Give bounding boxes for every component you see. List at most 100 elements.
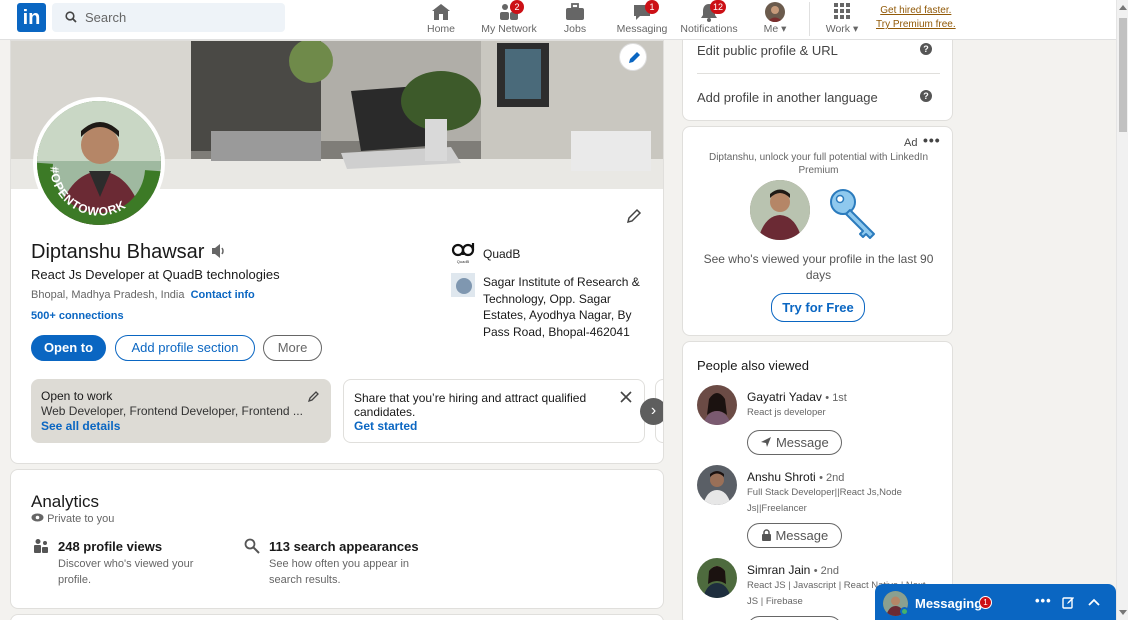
banner-edit-button[interactable] — [619, 43, 647, 71]
search-box[interactable] — [52, 3, 285, 32]
help-icon[interactable]: ? — [920, 43, 932, 55]
messaging-more-icon[interactable]: ••• — [1035, 593, 1052, 608]
nav-notifications-label: Notifications — [680, 23, 738, 35]
grid-icon — [834, 3, 850, 19]
private-label: Private to you — [47, 513, 115, 525]
public-profile-card: Edit public profile & URL ? Add profile … — [682, 30, 953, 121]
open-to-button[interactable]: Open to — [31, 335, 106, 361]
lock-icon — [761, 529, 771, 541]
people-also-viewed-title: People also viewed — [697, 358, 810, 373]
person-headline: React js developer — [747, 407, 826, 418]
connection-degree: • 1st — [825, 392, 847, 404]
scroll-up-arrow-icon[interactable] — [1119, 5, 1127, 10]
open-to-work-title: Open to work — [41, 389, 113, 403]
profile-headline: React Js Developer at QuadB technologies — [31, 267, 280, 282]
person-photo[interactable] — [697, 558, 737, 598]
person-name-row[interactable]: Anshu Shroti • 2nd — [747, 470, 844, 484]
current-company[interactable]: QuadB — [483, 246, 520, 263]
person-name: Gayatri Yadav — [747, 390, 822, 404]
close-icon[interactable] — [620, 391, 632, 403]
profile-views-link[interactable]: 248 profile views — [58, 539, 162, 554]
education-school[interactable]: Sagar Institute of Research & Technology… — [483, 274, 643, 340]
next-section-card — [10, 614, 664, 620]
private-row: Private to you — [31, 513, 114, 525]
notifications-badge: 12 — [710, 0, 727, 14]
more-button[interactable]: More — [263, 335, 322, 361]
premium-line-2: Try Premium free. — [876, 19, 956, 30]
premium-upsell-link[interactable]: Get hired faster. Try Premium free. — [876, 4, 956, 32]
connection-degree: • 2nd — [819, 472, 845, 484]
nav-work[interactable]: Work ▾ — [822, 0, 862, 40]
open-to-work-card[interactable]: Open to work Web Developer, Frontend Dev… — [31, 379, 331, 443]
profile-photo[interactable]: #OPENTOWORK — [33, 97, 165, 229]
scroll-down-arrow-icon[interactable] — [1119, 610, 1127, 615]
nav-jobs[interactable]: Jobs — [557, 0, 593, 40]
nav-work-label: Work ▾ — [825, 23, 859, 35]
person-name-row[interactable]: Simran Jain • 2nd — [747, 563, 839, 577]
ad-label: Ad — [904, 137, 918, 149]
search-icon — [65, 11, 77, 23]
svg-text:QuadB: QuadB — [457, 259, 470, 264]
more-options-icon[interactable]: ••• — [923, 132, 941, 148]
profile-card: #OPENTOWORK Diptanshu Bhawsar React Js D… — [10, 40, 664, 464]
send-icon — [761, 437, 772, 447]
nav-me[interactable]: Me ▾ — [757, 0, 793, 40]
nav-home[interactable]: Home — [421, 0, 461, 40]
add-profile-section-button[interactable]: Add profile section — [115, 335, 255, 361]
key-icon — [830, 189, 875, 239]
person-name-row[interactable]: Gayatri Yadav • 1st — [747, 390, 847, 404]
carousel-next-button[interactable]: › — [640, 398, 663, 425]
messaging-bar[interactable]: Messaging 1 ••• — [875, 584, 1116, 620]
scrollbar-thumb[interactable] — [1119, 18, 1127, 132]
messaging-badge: 1 — [645, 0, 659, 14]
search-appearances-link[interactable]: 113 search appearances — [269, 539, 419, 554]
nav-divider — [809, 2, 810, 36]
nav-notifications[interactable]: 12 Notifications — [679, 0, 739, 40]
nav-home-label: Home — [426, 23, 455, 35]
top-navigation: in Home 2 My Network Jobs 1 Messaging 12… — [0, 0, 1116, 40]
intro-edit-pencil-icon[interactable] — [625, 207, 643, 225]
message-button[interactable]: Message — [747, 430, 842, 455]
open-to-work-edit-icon[interactable] — [307, 389, 321, 403]
messaging-title: Messaging — [915, 596, 983, 611]
analytics-card: Analytics Private to you 248 profile vie… — [10, 469, 664, 609]
hiring-text-bold: Share that you’re hiring — [354, 391, 479, 405]
speaker-icon[interactable] — [210, 243, 228, 259]
try-for-free-button[interactable]: Try for Free — [771, 293, 865, 322]
pencil-icon — [629, 52, 640, 63]
profile-name-row: Diptanshu Bhawsar — [31, 241, 228, 264]
profile-location: Bhopal, Madhya Pradesh, India — [31, 289, 185, 301]
contact-info-link[interactable]: Contact info — [191, 289, 255, 301]
nav-me-label: Me ▾ — [763, 23, 787, 35]
search-input[interactable] — [85, 3, 275, 32]
see-all-details-link[interactable]: See all details — [41, 419, 321, 434]
message-button-label: Message — [775, 528, 829, 543]
add-language-profile-link[interactable]: Add profile in another language — [697, 90, 878, 105]
page-scrollbar[interactable] — [1116, 0, 1128, 620]
person-photo[interactable] — [697, 385, 737, 425]
avatar-icon — [765, 2, 785, 22]
nav-messaging[interactable]: 1 Messaging — [615, 0, 669, 40]
quadb-logo: QuadB — [451, 241, 475, 265]
nav-my-network[interactable]: 2 My Network — [478, 0, 540, 40]
person-photo[interactable] — [697, 465, 737, 505]
connection-degree: • 2nd — [813, 565, 839, 577]
chevron-right-icon: › — [650, 402, 657, 419]
ad-profile-photo — [750, 180, 810, 240]
get-started-link[interactable]: Get started — [354, 419, 634, 433]
eye-icon — [31, 513, 44, 522]
home-icon — [432, 4, 450, 20]
chevron-up-icon[interactable] — [1088, 598, 1100, 606]
connections-link[interactable]: 500+ connections — [31, 310, 124, 322]
ad-promo-text: Diptanshu, unlock your full potential wi… — [708, 152, 929, 176]
edit-public-profile-link[interactable]: Edit public profile & URL — [697, 43, 838, 58]
message-button[interactable] — [747, 616, 842, 620]
profile-name: Diptanshu Bhawsar — [31, 241, 205, 263]
help-icon[interactable]: ? — [920, 90, 932, 102]
search-appearances-desc: See how often you appear in search resul… — [269, 558, 410, 586]
compose-icon[interactable] — [1062, 596, 1075, 609]
message-button[interactable]: Message — [747, 523, 842, 548]
linkedin-logo[interactable]: in — [17, 3, 46, 32]
school-logo — [451, 273, 475, 297]
hiring-text: Share that you’re hiring and attract qua… — [354, 391, 599, 419]
